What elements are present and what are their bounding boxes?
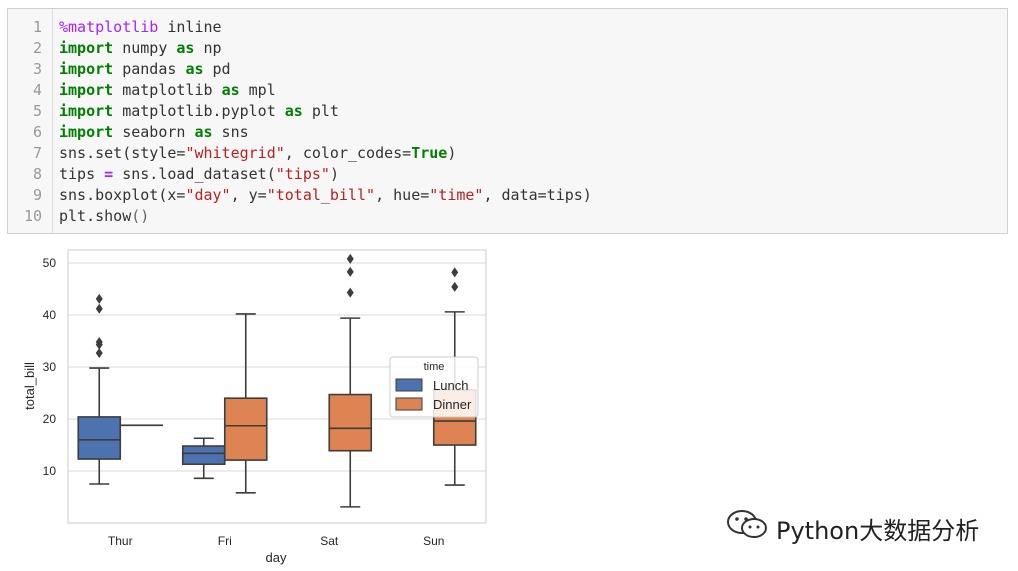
box-iqr (77, 416, 122, 460)
code-token: "time" (429, 186, 484, 204)
box-iqr (328, 393, 373, 452)
line-number: 9 (32, 186, 42, 204)
code-text[interactable]: %matplotlib inline (59, 17, 222, 38)
legend-label: Lunch (433, 378, 468, 393)
y-tick-label: 30 (43, 360, 57, 374)
code-line[interactable]: 3 import pandas as pd (8, 59, 1007, 80)
line-number: 5 (32, 102, 42, 120)
y-tick-labels: 10 20 30 40 50 (43, 256, 57, 478)
code-token: inline (158, 18, 222, 36)
code-token: matplotlib (113, 81, 222, 99)
line-number: 1 (32, 18, 42, 36)
code-line[interactable]: 1 %matplotlib inline (8, 17, 1007, 38)
legend-swatch (395, 378, 423, 392)
x-axis-label: day (266, 550, 287, 565)
code-token: plt.show (59, 207, 132, 225)
x-tick-label: Sun (423, 534, 444, 548)
line-number: 3 (32, 60, 42, 78)
code-token: , y= (230, 186, 267, 204)
code-token: "whitegrid" (185, 144, 285, 162)
y-axis-label: total_bill (22, 362, 37, 410)
code-line[interactable]: 9 sns.boxplot(x="day", y="total_bill", hu… (8, 185, 1007, 206)
code-token: import (59, 60, 114, 78)
code-line[interactable]: 7 sns.set(style="whitegrid", color_codes=… (8, 143, 1007, 164)
legend-label: Dinner (433, 397, 472, 412)
code-text[interactable]: import pandas as pd (59, 59, 231, 80)
wechat-icon (727, 510, 767, 538)
code-token: sns.set(style= (59, 144, 186, 162)
code-token: matplotlib.pyplot (113, 102, 285, 120)
line-number: 6 (32, 123, 42, 141)
code-token: %matplotlib (59, 18, 159, 36)
code-text[interactable]: plt.show() (59, 206, 149, 227)
code-token: pd (203, 60, 231, 78)
code-token: "total_bill" (266, 186, 376, 204)
code-token: as (176, 39, 195, 57)
code-token: sns.boxplot(x= (59, 186, 186, 204)
watermark-text: Python大数据分析 (776, 517, 980, 545)
line-number: 7 (32, 144, 42, 162)
code-text[interactable]: tips = sns.load_dataset("tips") (59, 164, 339, 185)
code-text[interactable]: sns.boxplot(x="day", y="total_bill", hue… (59, 185, 592, 206)
code-token: tips (59, 165, 105, 183)
code-token: , data=tips) (483, 186, 592, 204)
line-number: 10 (23, 207, 42, 225)
code-token: sns.load_dataset( (113, 165, 276, 183)
code-token: seaborn (113, 123, 195, 141)
code-token: as (284, 102, 303, 120)
y-tick-label: 20 (43, 412, 57, 426)
code-token: as (221, 81, 240, 99)
code-line[interactable]: 2 import numpy as np (8, 38, 1007, 59)
code-text[interactable]: sns.set(style="whitegrid", color_codes=T… (59, 143, 456, 164)
line-number: 8 (32, 165, 42, 183)
y-tick-label: 10 (43, 464, 57, 478)
x-tick-labels: Thur Fri Sat Sun (108, 534, 445, 548)
legend: time Lunch Dinner (389, 356, 479, 418)
x-tick-label: Thur (108, 534, 133, 548)
code-text[interactable]: import seaborn as sns (59, 122, 249, 143)
box-iqr (223, 397, 268, 461)
code-token: True (411, 144, 448, 162)
code-token: plt (302, 102, 339, 120)
box-iqr (181, 445, 226, 466)
code-text[interactable]: import matplotlib as mpl (59, 80, 276, 101)
code-text[interactable]: import numpy as np (59, 38, 222, 59)
line-number: 4 (32, 81, 42, 99)
code-token: ) (329, 165, 339, 183)
code-token: as (185, 60, 204, 78)
watermark: Python大数据分析 (726, 508, 979, 545)
code-line[interactable]: 8 tips = sns.load_dataset("tips") (8, 164, 1007, 185)
code-token: as (194, 123, 213, 141)
code-token: import (59, 81, 114, 99)
y-tick-label: 40 (43, 308, 57, 322)
code-line[interactable]: 4 import matplotlib as mpl (8, 80, 1007, 101)
code-line[interactable]: 5 import matplotlib.pyplot as plt (8, 101, 1007, 122)
code-token: numpy (113, 39, 177, 57)
code-token: import (59, 102, 114, 120)
x-tick-label: Fri (218, 534, 232, 548)
line-number: 2 (32, 39, 42, 57)
legend-title: time (424, 361, 445, 373)
code-token: np (194, 39, 222, 57)
code-token: () (131, 207, 150, 225)
code-token: import (59, 123, 114, 141)
code-token: ) (447, 144, 457, 162)
code-token: "day" (185, 186, 231, 204)
code-line[interactable]: 10 plt.show() (8, 206, 1007, 227)
code-token: sns (212, 123, 249, 141)
y-tick-label: 50 (43, 256, 57, 270)
legend-swatch (395, 397, 423, 411)
code-token: pandas (113, 60, 186, 78)
code-token: , color_codes= (284, 144, 412, 162)
code-token: mpl (239, 81, 276, 99)
code-token: import (59, 39, 114, 57)
boxplot-chart: 1020304050 Thur Fri Sat Sun total_bill day … (22, 249, 487, 565)
code-text[interactable]: import matplotlib.pyplot as plt (59, 101, 339, 122)
code-token: , hue= (375, 186, 430, 204)
code-line[interactable]: 6 import seaborn as sns (8, 122, 1007, 143)
code-token: = (104, 165, 114, 183)
code-cell[interactable]: 1 %matplotlib inline 2 import numpy as np 3 i… (7, 8, 1008, 234)
x-tick-label: Sat (320, 534, 339, 548)
code-token: "tips" (275, 165, 330, 183)
